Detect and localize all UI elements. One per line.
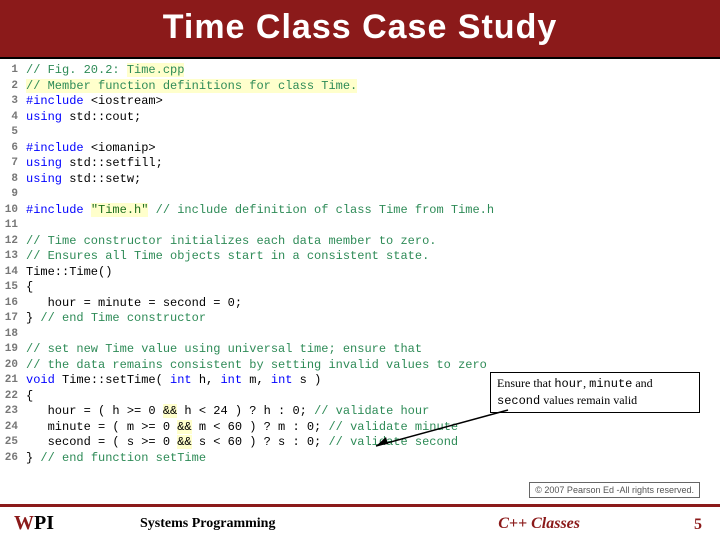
line-number: 26 [4, 451, 26, 467]
line-number: 25 [4, 435, 26, 451]
callout-text: Ensure that [497, 376, 554, 390]
code-line: 3#include <iostream> [4, 94, 712, 110]
code-text: // Time constructor initializes each dat… [26, 234, 712, 250]
code-text [26, 327, 712, 343]
line-number: 24 [4, 420, 26, 436]
footer-center-label: Systems Programming [60, 516, 498, 532]
code-line: 6#include <iomanip> [4, 141, 712, 157]
line-number: 6 [4, 141, 26, 157]
logo-letter-w: W [14, 512, 34, 534]
code-text: // Member function definitions for class… [26, 79, 712, 95]
line-number: 11 [4, 218, 26, 234]
page-number: 5 [694, 516, 702, 534]
code-text: #include <iostream> [26, 94, 712, 110]
line-number: 7 [4, 156, 26, 172]
line-number: 3 [4, 94, 26, 110]
code-text [26, 125, 712, 141]
code-line: 4using std::cout; [4, 110, 712, 126]
line-number: 13 [4, 249, 26, 265]
code-line: 9 [4, 187, 712, 203]
code-text: // Ensures all Time objects start in a c… [26, 249, 712, 265]
code-text [26, 218, 712, 234]
code-text: using std::setfill; [26, 156, 712, 172]
code-text: using std::setw; [26, 172, 712, 188]
line-number: 10 [4, 203, 26, 219]
line-number: 5 [4, 125, 26, 141]
code-text [26, 187, 712, 203]
copyright-label: © 2007 Pearson Ed -All rights reserved. [529, 482, 700, 498]
code-line: 16 hour = minute = second = 0; [4, 296, 712, 312]
line-number: 16 [4, 296, 26, 312]
code-line: 5 [4, 125, 712, 141]
line-number: 18 [4, 327, 26, 343]
code-line: 15{ [4, 280, 712, 296]
arrow-icon [368, 408, 518, 458]
callout-box: Ensure that hour, minute and second valu… [490, 372, 700, 413]
code-line: 14Time::Time() [4, 265, 712, 281]
code-text: // set new Time value using universal ti… [26, 342, 712, 358]
code-line: 25 second = ( s >= 0 && s < 60 ) ? s : 0… [4, 435, 712, 451]
line-number: 20 [4, 358, 26, 374]
code-line: 17} // end Time constructor [4, 311, 712, 327]
code-text: #include <iomanip> [26, 141, 712, 157]
line-number: 15 [4, 280, 26, 296]
wpi-logo: WPI [0, 512, 60, 535]
code-text: Time::Time() [26, 265, 712, 281]
code-line: 26} // end function setTime [4, 451, 712, 467]
code-line: 10#include "Time.h" // include definitio… [4, 203, 712, 219]
code-text: { [26, 280, 712, 296]
code-line: 20// the data remains consistent by sett… [4, 358, 712, 374]
line-number: 9 [4, 187, 26, 203]
code-line: 18 [4, 327, 712, 343]
code-line: 8using std::setw; [4, 172, 712, 188]
line-number: 8 [4, 172, 26, 188]
line-number: 12 [4, 234, 26, 250]
code-line: 24 minute = ( m >= 0 && m < 60 ) ? m : 0… [4, 420, 712, 436]
code-line: 12// Time constructor initializes each d… [4, 234, 712, 250]
line-number: 17 [4, 311, 26, 327]
callout-text: and [632, 376, 652, 390]
slide-title: Time Class Case Study [0, 8, 720, 47]
code-line: 11 [4, 218, 712, 234]
code-line: 7using std::setfill; [4, 156, 712, 172]
code-text: } // end Time constructor [26, 311, 712, 327]
code-line: 19// set new Time value using universal … [4, 342, 712, 358]
code-line: 2// Member function definitions for clas… [4, 79, 712, 95]
code-text: hour = minute = second = 0; [26, 296, 712, 312]
line-number: 23 [4, 404, 26, 420]
callout-text: values remain valid [540, 393, 637, 407]
code-text: // Fig. 20.2: Time.cpp [26, 63, 712, 79]
callout-code-minute: minute [589, 377, 632, 391]
line-number: 1 [4, 63, 26, 79]
line-number: 14 [4, 265, 26, 281]
line-number: 19 [4, 342, 26, 358]
line-number: 22 [4, 389, 26, 405]
line-number: 21 [4, 373, 26, 389]
slide-header: Time Class Case Study [0, 0, 720, 59]
slide-footer: WPI Systems Programming C++ Classes 5 [0, 504, 720, 540]
code-text: #include "Time.h" // include definition … [26, 203, 712, 219]
callout-code-second: second [497, 394, 540, 408]
callout-code-hour: hour [554, 377, 583, 391]
code-text: using std::cout; [26, 110, 712, 126]
line-number: 2 [4, 79, 26, 95]
code-text: // the data remains consistent by settin… [26, 358, 712, 374]
footer-title-label: C++ Classes [498, 515, 720, 533]
line-number: 4 [4, 110, 26, 126]
code-line: 13// Ensures all Time objects start in a… [4, 249, 712, 265]
code-line: 1// Fig. 20.2: Time.cpp [4, 63, 712, 79]
logo-letters-pi: PI [34, 512, 54, 534]
